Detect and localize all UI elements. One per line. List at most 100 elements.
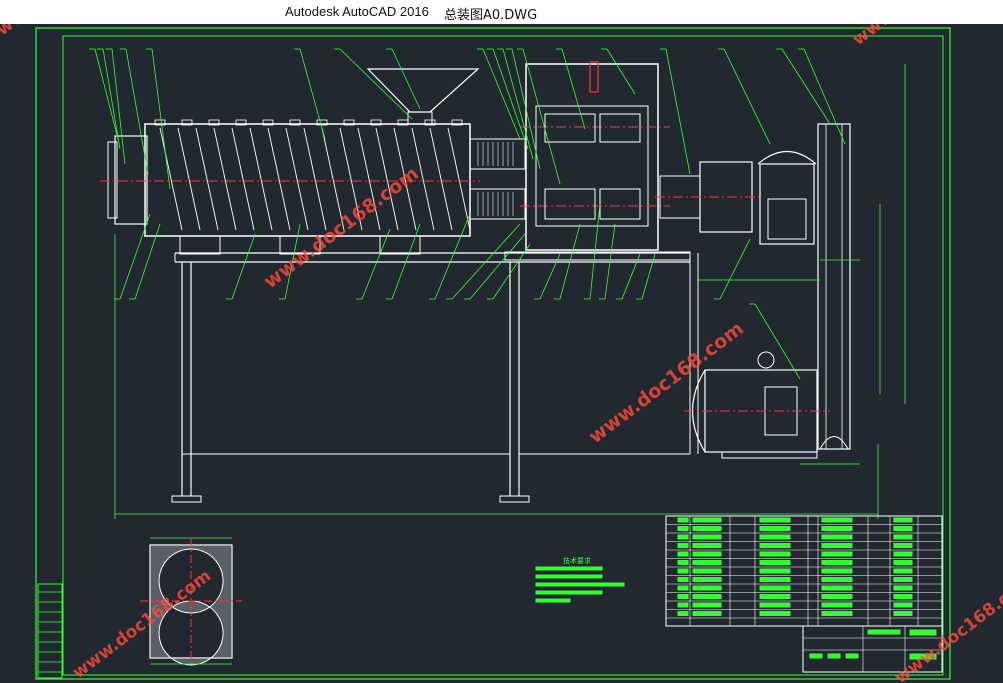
part-leader xyxy=(621,253,641,300)
left-stamp-block xyxy=(37,583,63,679)
parts-table-entry xyxy=(677,534,689,540)
parts-table-entry xyxy=(893,585,913,591)
parts-table-entry xyxy=(692,543,722,548)
parts-table-entry xyxy=(677,594,689,599)
parts-table-entry xyxy=(821,551,853,557)
hopper-neck xyxy=(407,111,433,125)
note-text-line xyxy=(535,598,571,603)
part-leader xyxy=(723,48,771,145)
file-name: 总装图A0.DWG xyxy=(444,8,538,23)
gearbox-inner xyxy=(535,105,649,227)
screw-flight xyxy=(303,127,327,231)
part-leader xyxy=(522,48,561,185)
parts-table-entry xyxy=(821,543,853,548)
parts-table-entry xyxy=(893,560,913,565)
feed-hopper xyxy=(366,68,480,113)
drawing-frame xyxy=(35,27,951,680)
discharge-plate xyxy=(107,141,118,219)
parts-table-entry xyxy=(893,611,913,616)
parts-table-entry xyxy=(692,594,722,599)
parts-table-entry xyxy=(893,543,913,548)
lower-gear xyxy=(544,188,596,220)
drawing-canvas[interactable]: 技术要求 www.doc168.com www.doc168.com www.d… xyxy=(0,24,1003,683)
title-block-entry xyxy=(909,629,937,636)
parts-table-entry xyxy=(692,526,722,531)
part-leader xyxy=(361,228,391,300)
outer-frame-border xyxy=(35,27,951,680)
parts-table-entry xyxy=(821,611,853,616)
belt-guard xyxy=(817,123,851,450)
parts-table-entry xyxy=(893,594,913,599)
drawing-svg[interactable]: 技术要求 www.doc168.com www.doc168.com www.d… xyxy=(0,24,1003,683)
reducer-base xyxy=(767,198,807,240)
parts-table-entry xyxy=(677,517,689,523)
frame-foot xyxy=(499,495,530,503)
discharge-end xyxy=(114,135,148,225)
parts-table-entry xyxy=(759,585,791,591)
screw-flight xyxy=(285,127,309,231)
parts-table-entry xyxy=(893,517,913,523)
screw-flight xyxy=(213,127,237,231)
parts-table-entry xyxy=(821,568,853,574)
screw-flight xyxy=(231,127,255,231)
part-leader xyxy=(502,48,534,160)
parts-table-entry xyxy=(692,602,722,608)
parts-table-entry xyxy=(893,568,913,574)
parts-table-entry xyxy=(821,585,853,591)
parts-table-entry xyxy=(821,594,853,599)
part-leader xyxy=(781,48,831,125)
parts-table-entry xyxy=(893,526,913,531)
parts-table-entry xyxy=(821,602,853,608)
parts-table-entry xyxy=(759,551,791,557)
part-leader xyxy=(606,48,636,95)
parts-table-entry xyxy=(821,560,853,565)
part-leader xyxy=(391,48,421,110)
note-text-line xyxy=(535,582,625,587)
part-leader xyxy=(641,253,656,300)
title-block-entry xyxy=(867,629,901,635)
note-text-line xyxy=(535,574,603,579)
part-leader xyxy=(469,233,526,300)
part-leader xyxy=(492,48,529,150)
part-leader xyxy=(754,303,801,380)
parts-table-entry xyxy=(759,534,791,540)
part-leader xyxy=(803,48,846,145)
reducer-top xyxy=(757,151,817,165)
parts-table-entry xyxy=(759,526,791,531)
parts-table-entry xyxy=(893,577,913,582)
lower-pulley xyxy=(819,436,849,450)
parts-table-entry xyxy=(692,577,722,582)
part-leader xyxy=(111,48,126,165)
notes-title: 技术要求 xyxy=(563,556,591,565)
part-leader xyxy=(231,233,256,300)
parts-table-entry xyxy=(677,560,689,565)
parts-table-entry xyxy=(821,577,853,582)
parts-table-entry xyxy=(677,551,689,557)
parts-table-entry xyxy=(692,611,722,616)
part-leader xyxy=(94,48,119,140)
lower-gear xyxy=(599,188,641,220)
screw-flight xyxy=(447,127,471,231)
parts-table-entry xyxy=(893,602,913,608)
parts-table-entry xyxy=(692,568,722,574)
parts-table-entry xyxy=(759,560,791,565)
screw-flight xyxy=(267,127,291,231)
upper-gear xyxy=(544,113,596,143)
title-block-entry xyxy=(827,653,841,659)
frame-foot xyxy=(171,495,202,503)
watermark-text: www.doc168.com xyxy=(69,566,215,683)
parts-table-entry xyxy=(821,526,853,531)
parts-table-entry xyxy=(759,611,791,616)
gearbox-breather xyxy=(589,61,599,93)
part-leader xyxy=(434,213,471,300)
part-leader xyxy=(482,48,521,140)
part-leader xyxy=(561,48,586,130)
parts-table-entry xyxy=(759,577,791,582)
watermark-text: www.doc168.com xyxy=(585,318,748,448)
part-leader xyxy=(719,238,751,300)
part-leader xyxy=(339,48,413,120)
parts-table-entry xyxy=(821,534,853,540)
parts-table-entry xyxy=(677,577,689,582)
part-leader xyxy=(151,48,171,190)
title-block-entry xyxy=(845,653,859,659)
